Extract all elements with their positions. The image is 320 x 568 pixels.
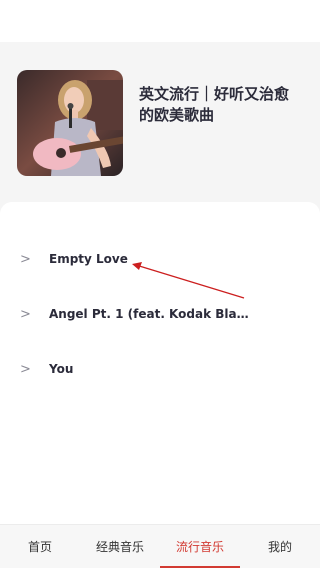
tab-label: 经典音乐 (95, 540, 144, 554)
song-row-you[interactable]: > You (0, 349, 320, 389)
song-row-angel-pt-1[interactable]: > Angel Pt. 1 (feat. Kodak Blac… (0, 294, 320, 334)
screen: 英文流行｜好听又治愈的欧美歌曲 > Empty Love > Angel Pt.… (0, 0, 320, 568)
tab-label: 我的 (267, 540, 292, 554)
tab-label: 流行音乐 (175, 540, 224, 554)
playlist-title: 英文流行｜好听又治愈的欧美歌曲 (139, 85, 290, 124)
tab-mine[interactable]: 我的 (240, 525, 320, 568)
chevron-right-icon: > (20, 361, 31, 377)
song-list: > Empty Love > Angel Pt. 1 (feat. Kodak … (0, 202, 320, 532)
chevron-right-icon: > (20, 251, 31, 267)
tab-classic-music[interactable]: 经典音乐 (80, 525, 160, 568)
song-title: Empty Love (49, 252, 128, 266)
song-title: Angel Pt. 1 (feat. Kodak Blac… (49, 307, 249, 321)
playlist-cover-image (17, 70, 123, 176)
bottom-tab-bar: 首页 经典音乐 流行音乐 我的 (0, 524, 320, 568)
chevron-right-icon: > (20, 306, 31, 322)
song-row-empty-love[interactable]: > Empty Love (0, 239, 320, 279)
tab-pop-music[interactable]: 流行音乐 (160, 525, 240, 568)
tab-home[interactable]: 首页 (0, 525, 80, 568)
song-title: You (49, 362, 74, 376)
tab-label: 首页 (27, 540, 52, 554)
